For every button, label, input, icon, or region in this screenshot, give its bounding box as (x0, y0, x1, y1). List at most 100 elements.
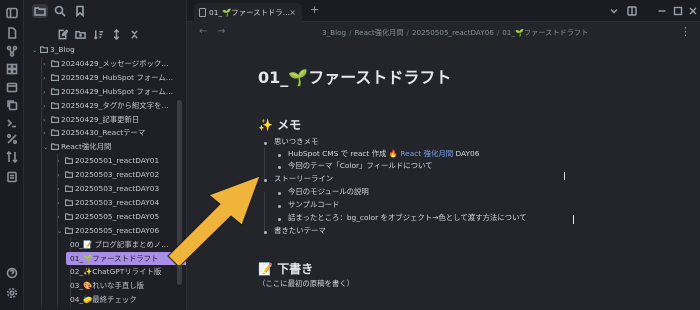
graph-icon[interactable] (5, 44, 19, 58)
breadcrumb: 3_Blog / React強化月間/20250505_reactDAY06/01_… (322, 28, 588, 38)
chevron-down-icon[interactable]: ⌄ (32, 44, 40, 57)
breadcrumb-item[interactable]: 20250505_reactDAY06 (412, 28, 494, 37)
tree-folder[interactable]: › 20250501_reactDAY01 (57, 154, 159, 167)
tree-folder[interactable]: ⌄ 3_Blog (32, 43, 75, 56)
copy-icon[interactable] (5, 98, 19, 112)
tag-link[interactable]: React 強化月間 (400, 149, 453, 158)
more-options-icon[interactable]: ⋮ (680, 25, 691, 38)
sidebar-toggle-icon[interactable] (5, 6, 19, 20)
folder-icon (64, 154, 75, 167)
tree-item-label: 20250505_reactDAY06 (75, 225, 160, 235)
tree-item-label: 03_🎨れいな手直し版 (70, 281, 145, 291)
chevron-right-icon[interactable]: › (57, 211, 65, 224)
tree-file[interactable]: 04_🧽最終チェック (70, 293, 137, 306)
tree-file[interactable]: 03_🎨れいな手直し版 (70, 279, 144, 292)
text-span: DAY06 (453, 149, 480, 158)
tree-folder[interactable]: › 20250503_reactDAY04 (57, 196, 159, 209)
breadcrumb-item[interactable]: 3_Blog (322, 28, 346, 37)
auto-reveal-icon[interactable] (109, 27, 123, 41)
tree-item-label: 20250503_reactDAY02 (75, 170, 160, 180)
collapse-all-icon[interactable] (127, 27, 141, 41)
forward-arrow-icon[interactable]: → (217, 26, 225, 37)
close-tab-button[interactable]: × (289, 3, 296, 22)
text-caret (573, 215, 574, 224)
mouse-ibeam-cursor (564, 172, 565, 180)
chevron-down-icon[interactable] (607, 5, 620, 17)
chevron-right-icon[interactable]: › (43, 72, 51, 85)
sync-icon[interactable] (5, 150, 19, 164)
minimize-icon[interactable] (655, 5, 668, 17)
chevron-right-icon[interactable]: › (43, 58, 51, 71)
tree-folder[interactable]: ⌄ React強化月間 (43, 140, 111, 153)
tree-item-label: 02_✨ChatGPTリライト版 (70, 267, 162, 277)
breadcrumb-item-current: 01_🌱ファーストドラフト (502, 28, 589, 37)
folder-icon[interactable] (32, 4, 48, 18)
draft-note: （ここに最初の原稿を書く） (258, 279, 355, 288)
tree-folder[interactable]: › 20250429_記事更新日 (43, 113, 139, 126)
tab-bar: 01_🌱ファーストドラ… × + (187, 0, 700, 22)
help-icon[interactable] (5, 266, 19, 280)
bullet (278, 192, 281, 195)
chevron-right-icon[interactable]: › (43, 86, 51, 99)
tree-item-label: 20250501_reactDAY01 (75, 156, 160, 166)
chevron-right-icon[interactable]: › (43, 100, 51, 113)
chevron-right-icon[interactable]: › (43, 114, 51, 127)
new-tab-button[interactable]: + (310, 3, 319, 16)
tree-folder[interactable]: ⌄ 20250505_reactDAY06 (57, 224, 159, 237)
settings-icon[interactable] (5, 286, 19, 300)
maximize-icon[interactable] (671, 5, 684, 17)
tree-folder[interactable]: › 20250503_reactDAY03 (57, 182, 159, 195)
canvas-icon[interactable] (5, 62, 19, 76)
tree-item-label: 20250429_タグから組文字を… (61, 100, 169, 110)
bullet (264, 142, 267, 145)
draft-heading: 📝 下書き (258, 262, 314, 276)
terminal-icon[interactable] (5, 116, 19, 130)
tree-file[interactable]: 02_✨ChatGPTリライト版 (70, 265, 161, 278)
percent-icon[interactable] (5, 132, 19, 146)
tree-folder[interactable]: › 20250429_HubSpot フォーム… (43, 71, 173, 84)
bookmark-icon[interactable] (72, 4, 88, 18)
folder-icon (50, 140, 61, 153)
tree-file[interactable]: 00_📝 ブログ記事まとめノ… (70, 238, 169, 251)
bullet (278, 218, 281, 221)
folder-icon (50, 99, 61, 112)
files-icon[interactable] (5, 26, 19, 40)
tree-item-label: 20250505_reactDAY05 (75, 211, 160, 221)
bullet-text: 思いつきメモ (274, 137, 319, 146)
folder-icon (39, 43, 50, 56)
new-note-icon[interactable] (55, 27, 69, 41)
search-icon[interactable] (52, 4, 68, 18)
chevron-right-icon[interactable]: › (43, 127, 51, 140)
memo-heading: ✨ メモ (258, 118, 302, 132)
tree-folder[interactable]: › 20250503_reactDAY02 (57, 168, 159, 181)
split-view-icon[interactable] (625, 5, 638, 17)
tree-folder[interactable]: › 20250429_HubSpot フォーム… (43, 85, 173, 98)
tree-guide (41, 57, 42, 307)
chevron-right-icon[interactable]: › (57, 155, 65, 168)
breadcrumb-item[interactable]: React強化月間 (354, 28, 403, 37)
close-window-icon[interactable] (686, 5, 699, 17)
tree-folder[interactable]: › 20250430_Reactテーマ (43, 126, 145, 139)
left-ribbon (0, 0, 24, 310)
document-icon (199, 8, 206, 17)
text-span: HubSpot CMS で react 作成 🔥 (288, 149, 401, 158)
back-arrow-icon[interactable]: ← (199, 26, 207, 37)
chevron-right-icon[interactable]: › (57, 183, 65, 196)
tab-current-note[interactable]: 01_🌱ファーストドラ… × (194, 3, 302, 22)
tree-folder[interactable]: › 20250429_タグから組文字を… (43, 99, 169, 112)
folder-icon (64, 210, 75, 223)
document-list-icon[interactable] (5, 170, 19, 184)
chevron-down-icon[interactable]: ⌄ (57, 225, 65, 238)
calendar-icon[interactable] (5, 80, 19, 94)
chevron-down-icon[interactable]: ⌄ (43, 141, 51, 154)
note-title: 01_🌱ファーストドラフト (258, 68, 452, 87)
tree-folder[interactable]: › 20250505_reactDAY05 (57, 210, 159, 223)
folder-icon (50, 126, 61, 139)
new-folder-icon[interactable] (73, 27, 87, 41)
tree-folder[interactable]: › 20240429_メッセージボック… (43, 57, 169, 70)
tree-item-label: 20250429_記事更新日 (61, 114, 140, 124)
chevron-right-icon[interactable]: › (57, 169, 65, 182)
sort-icon[interactable] (91, 27, 105, 41)
chevron-right-icon[interactable]: › (57, 197, 65, 210)
folder-icon (64, 224, 75, 237)
